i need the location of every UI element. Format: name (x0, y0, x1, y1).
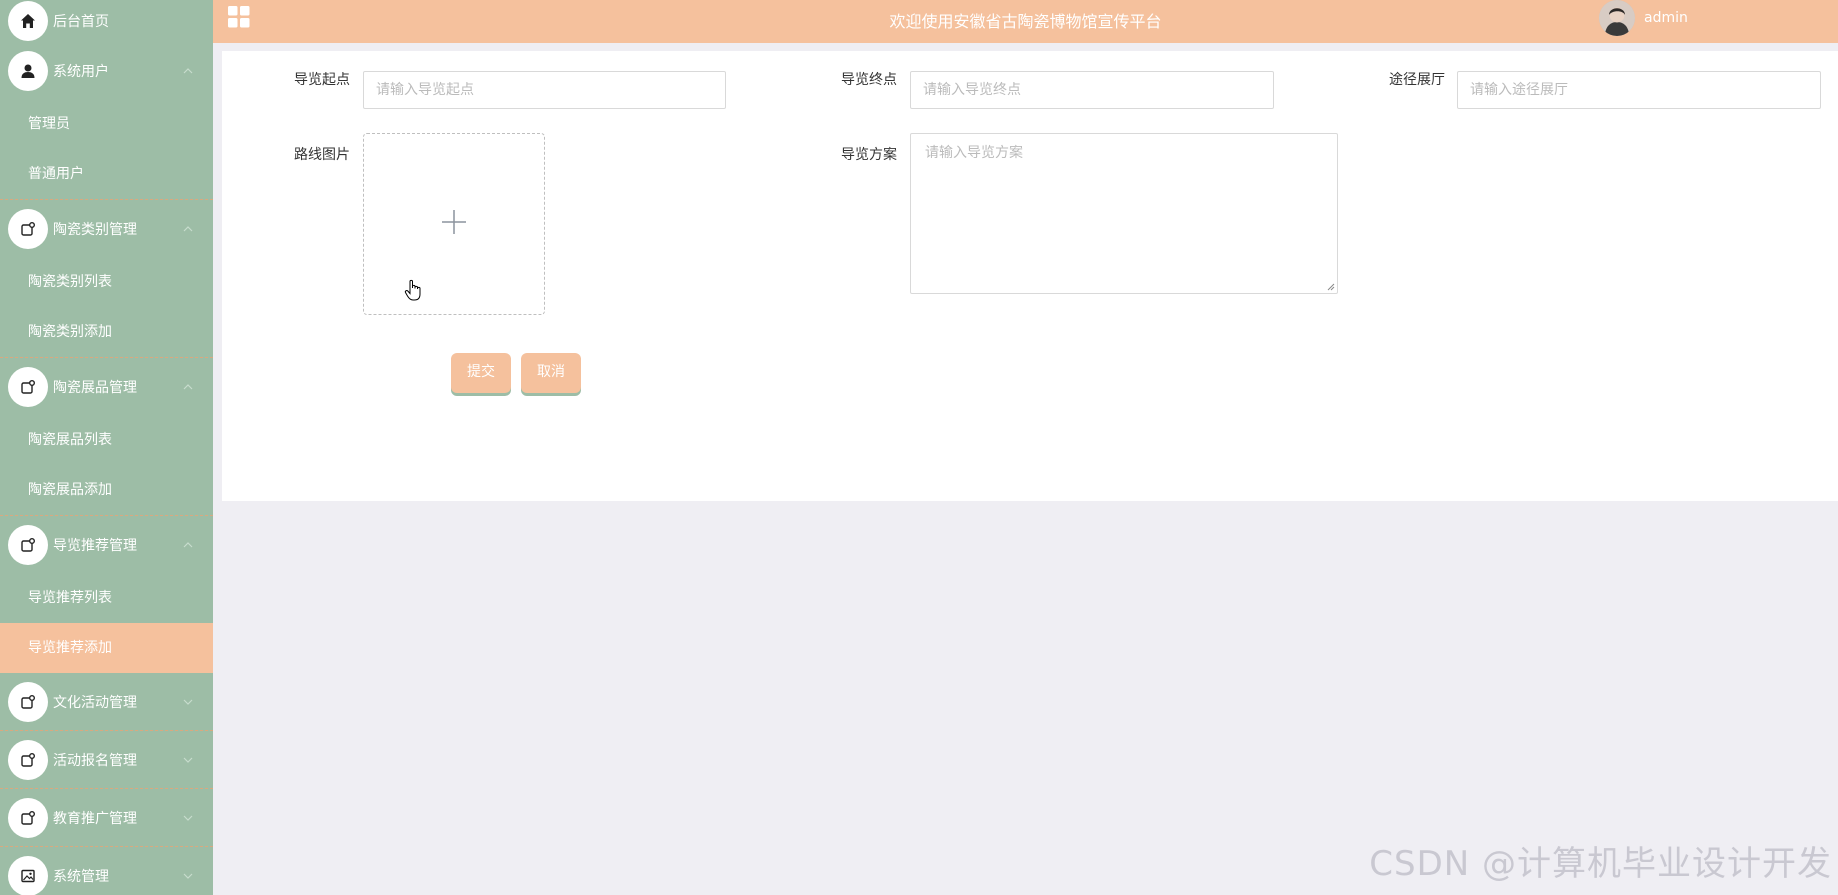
module-icon (8, 797, 48, 838)
module-icon (8, 681, 48, 722)
sidebar-item-exhibit-list[interactable]: 陶瓷展品列表 (0, 415, 213, 465)
form-card: 导览起点 请输入导览起点 导览终点 请输入导览终点 途径展厅 请输入途径展厅 路… (222, 51, 1838, 501)
sidebar-group-label: 陶瓷类别管理 (53, 221, 137, 238)
chevron-up-icon (183, 383, 193, 389)
sidebar-group-header-guide[interactable]: 导览推荐管理 (0, 516, 213, 573)
plan-placeholder: 请输入导览方案 (925, 145, 1023, 161)
chevron-down-icon (183, 873, 193, 879)
sidebar-item-exhibit-add[interactable]: 陶瓷展品添加 (0, 465, 213, 515)
top-header: 欢迎使用安徽省古陶瓷博物馆宣传平台 admin (213, 0, 1838, 43)
sidebar-group-users: 系统用户 管理员 普通用户 (0, 42, 213, 200)
end-label: 导览终点 (841, 72, 897, 88)
sidebar-item-category-add[interactable]: 陶瓷类别添加 (0, 307, 213, 357)
sidebar: 后台首页 系统用户 管理员 普通用户 陶瓷类别管理 陶瓷类别列表 陶瓷类别添加 (0, 0, 213, 895)
sidebar-group-category: 陶瓷类别管理 陶瓷类别列表 陶瓷类别添加 (0, 200, 213, 358)
sidebar-group-signup[interactable]: 活动报名管理 (0, 731, 213, 789)
chevron-down-icon (183, 815, 193, 821)
resize-handle-icon[interactable] (1327, 283, 1335, 291)
page-title: 欢迎使用安徽省古陶瓷博物馆宣传平台 (889, 12, 1162, 31)
module-icon (8, 366, 48, 407)
sidebar-item-category-list[interactable]: 陶瓷类别列表 (0, 257, 213, 307)
chevron-up-icon (183, 225, 193, 231)
watermark: CSDN @计算机毕业设计开发 (1369, 844, 1832, 884)
sidebar-item-label: 后台首页 (53, 14, 109, 30)
module-icon (8, 208, 48, 249)
sidebar-group-label: 陶瓷展品管理 (53, 379, 137, 396)
start-input[interactable]: 请输入导览起点 (363, 71, 726, 109)
sidebar-group-label: 教育推广管理 (53, 810, 137, 827)
home-icon (8, 1, 48, 41)
start-label: 导览起点 (294, 72, 350, 88)
sidebar-group-guide: 导览推荐管理 导览推荐列表 导览推荐添加 (0, 516, 213, 673)
sidebar-group-culture[interactable]: 文化活动管理 (0, 673, 213, 731)
sidebar-item-users[interactable]: 普通用户 (0, 149, 213, 199)
module-icon (8, 739, 48, 780)
plan-label: 导览方案 (841, 147, 897, 163)
image-label: 路线图片 (294, 147, 350, 163)
sidebar-group-header-exhibit[interactable]: 陶瓷展品管理 (0, 358, 213, 415)
hall-label: 途径展厅 (1389, 72, 1445, 88)
chevron-up-icon (183, 541, 193, 547)
hand-cursor-icon (404, 279, 421, 301)
username[interactable]: admin (1644, 10, 1688, 26)
sidebar-group-label: 系统用户 (53, 63, 109, 80)
chevron-up-icon (183, 67, 193, 73)
cancel-button[interactable]: 取消 (521, 353, 581, 393)
plan-textarea[interactable]: 请输入导览方案 (910, 133, 1338, 294)
plus-icon (441, 206, 467, 242)
image-upload[interactable] (363, 133, 545, 315)
sidebar-group-header-users[interactable]: 系统用户 (0, 42, 213, 99)
module-icon (8, 524, 48, 565)
sidebar-item-home[interactable]: 后台首页 (0, 0, 213, 42)
avatar[interactable] (1599, 0, 1635, 36)
sidebar-group-header-category[interactable]: 陶瓷类别管理 (0, 200, 213, 257)
sidebar-group-label: 导览推荐管理 (53, 537, 137, 554)
sidebar-group-label: 文化活动管理 (53, 694, 137, 711)
sidebar-group-label: 活动报名管理 (53, 752, 137, 769)
chevron-down-icon (183, 757, 193, 763)
hall-input[interactable]: 请输入途径展厅 (1457, 71, 1821, 109)
sidebar-item-admin[interactable]: 管理员 (0, 99, 213, 149)
user-icon (8, 50, 48, 91)
end-input[interactable]: 请输入导览终点 (910, 71, 1274, 109)
sidebar-item-guide-add[interactable]: 导览推荐添加 (0, 623, 213, 673)
sidebar-group-label: 系统管理 (53, 868, 109, 885)
sidebar-group-system[interactable]: 系统管理 (0, 847, 213, 895)
sidebar-group-education[interactable]: 教育推广管理 (0, 789, 213, 847)
sidebar-group-exhibit: 陶瓷展品管理 陶瓷展品列表 陶瓷展品添加 (0, 358, 213, 516)
image-icon (8, 855, 48, 895)
submit-button[interactable]: 提交 (451, 353, 511, 393)
sidebar-item-guide-list[interactable]: 导览推荐列表 (0, 573, 213, 623)
chevron-down-icon (183, 699, 193, 705)
